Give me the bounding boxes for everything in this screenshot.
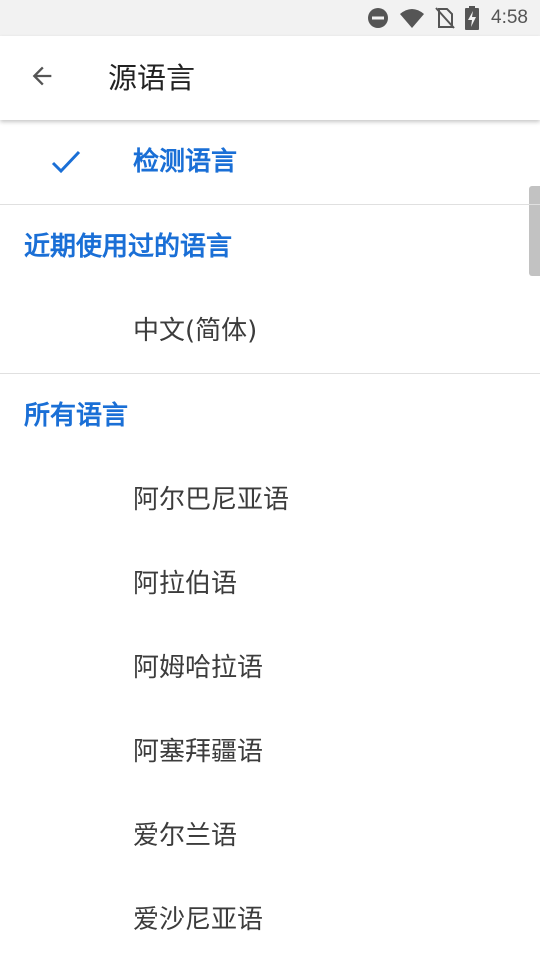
list-item-azerbaijani[interactable]: 阿塞拜疆语 xyxy=(0,710,540,794)
status-time: 4:58 xyxy=(491,7,528,28)
list-item-label: 阿姆哈拉语 xyxy=(133,653,264,683)
detect-language-option[interactable]: 检测语言 xyxy=(0,120,540,204)
check-icon xyxy=(50,148,82,176)
list-item-label: 爱尔兰语 xyxy=(133,821,238,851)
list-item-amharic[interactable]: 阿姆哈拉语 xyxy=(0,626,540,710)
app-bar: 源语言 xyxy=(0,36,540,120)
list-item-estonian[interactable]: 爱沙尼亚语 xyxy=(0,878,540,960)
list-item-label: 爱沙尼亚语 xyxy=(133,905,264,935)
recent-languages-header: 近期使用过的语言 xyxy=(24,232,233,262)
language-list: 检测语言 近期使用过的语言 中文(简体) 所有语言 阿尔巴尼亚语 阿拉伯语 阿姆… xyxy=(0,120,540,960)
screen: 4:58 源语言 检测语言 近期使用过的语言 中文(简体) 所有语言 阿尔巴尼亚… xyxy=(0,0,540,960)
list-item-label: 阿拉伯语 xyxy=(133,569,238,599)
battery-charging-icon xyxy=(465,6,480,30)
list-item-label: 阿塞拜疆语 xyxy=(133,737,264,767)
list-item-label: 中文(简体) xyxy=(133,316,258,346)
page-title: 源语言 xyxy=(108,61,196,95)
status-icons: 4:58 xyxy=(367,6,528,30)
arrow-back-icon xyxy=(28,62,56,94)
list-item-irish[interactable]: 爱尔兰语 xyxy=(0,794,540,878)
list-item-arabic[interactable]: 阿拉伯语 xyxy=(0,542,540,626)
list-item-label: 阿尔巴尼亚语 xyxy=(133,485,290,515)
no-sim-icon xyxy=(435,7,455,29)
wifi-icon xyxy=(399,7,425,29)
status-bar: 4:58 xyxy=(0,0,540,36)
back-button[interactable] xyxy=(18,54,66,102)
list-item-recent-chinese-simplified[interactable]: 中文(简体) xyxy=(0,289,540,373)
do-not-disturb-icon xyxy=(367,7,389,29)
all-languages-header: 所有语言 xyxy=(24,401,129,431)
list-item-albanian[interactable]: 阿尔巴尼亚语 xyxy=(0,458,540,542)
detect-language-label: 检测语言 xyxy=(133,147,238,177)
